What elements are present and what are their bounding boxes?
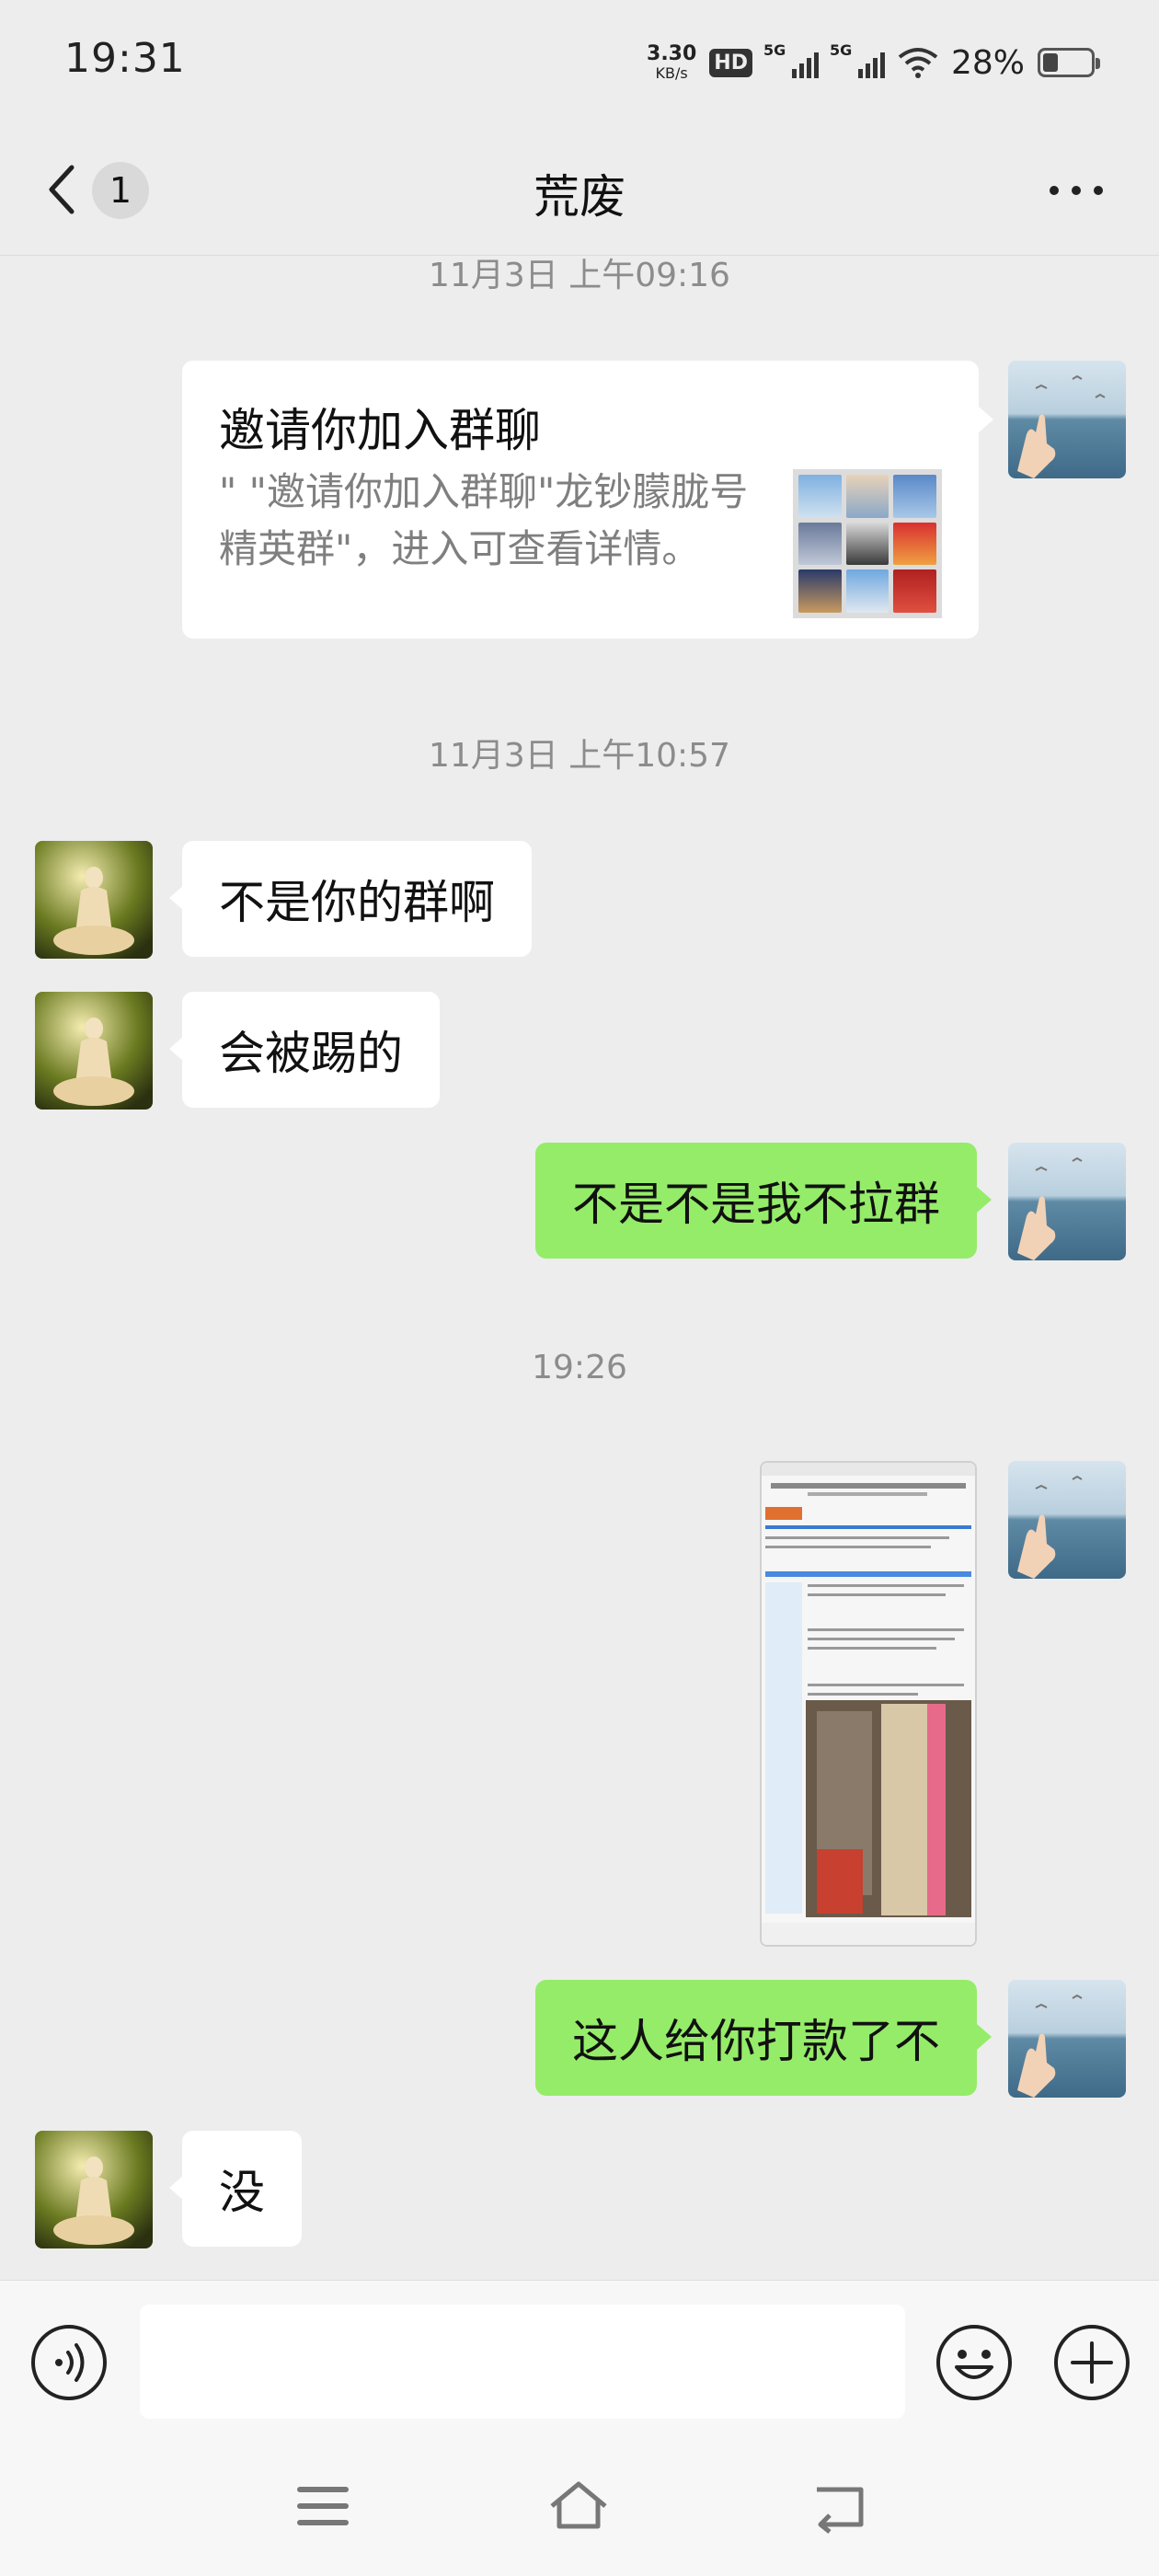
avatar-image-icon [35, 992, 153, 1110]
emoji-icon [936, 2325, 1012, 2400]
timestamp: 19:26 [532, 1349, 627, 1386]
home-icon [550, 2481, 607, 2529]
my-avatar[interactable] [1008, 1980, 1126, 2098]
avatar-image-icon [1008, 361, 1126, 478]
input-bar [0, 2280, 1159, 2436]
message-outgoing[interactable]: 不是不是我不拉群 [535, 1143, 992, 1259]
plus-icon [1054, 2325, 1130, 2400]
screenshot-thumbnail [762, 1463, 975, 1945]
battery-percent: 28% [950, 43, 1025, 82]
avatar-image-icon [1008, 1980, 1126, 2098]
hd-icon: HD [709, 48, 752, 77]
avatar-image-icon [1008, 1461, 1126, 1579]
status-bar: 19:31 3.30 KB/s HD 5G 5G 28% [0, 0, 1159, 120]
plus-button[interactable] [1052, 2323, 1131, 2402]
group-invite-card[interactable]: 邀请你加入群聊 " "邀请你加入群聊"龙钞朦胧号精英群"，进入可查看详情。 [182, 361, 993, 638]
voice-button[interactable] [29, 2323, 109, 2402]
system-navigation-bar [0, 2436, 1159, 2576]
signal-label: 5G [763, 41, 786, 59]
avatar-image-icon [1008, 1143, 1126, 1260]
contact-avatar[interactable] [35, 841, 153, 959]
message-outgoing[interactable]: 这人给你打款了不 [535, 1980, 992, 2096]
emoji-button[interactable] [935, 2323, 1014, 2402]
menu-icon [297, 2487, 349, 2525]
home-button[interactable] [546, 2477, 611, 2536]
message-incoming[interactable]: 没 [169, 2131, 302, 2247]
invite-title: 邀请你加入群聊 [219, 404, 541, 457]
my-avatar[interactable] [1008, 1143, 1126, 1260]
more-button[interactable] [1039, 167, 1113, 213]
invite-description: " "邀请你加入群聊"龙钞朦胧号精英群"，进入可查看详情。 [219, 469, 749, 571]
timestamp: 11月3日 上午10:57 [429, 737, 730, 775]
battery-icon [1038, 48, 1100, 77]
contact-avatar[interactable] [35, 992, 153, 1110]
timestamp: 11月3日 上午09:16 [429, 257, 730, 294]
chat-title: 荒废 [534, 170, 625, 224]
status-time: 19:31 [64, 35, 186, 82]
message-input[interactable] [140, 2305, 905, 2419]
contact-avatar[interactable] [35, 2131, 153, 2248]
signal-icon: 5G [830, 41, 885, 78]
signal-icon: 5G [763, 41, 819, 78]
network-speed-unit: KB/s [655, 64, 688, 82]
status-indicators: 3.30 KB/s HD 5G 5G 28% [647, 37, 1100, 88]
back-nav-icon [817, 2487, 864, 2534]
back-nav-button[interactable] [808, 2477, 872, 2536]
avatar-image-icon [35, 2131, 153, 2248]
image-message[interactable] [760, 1461, 977, 1947]
voice-icon [31, 2325, 107, 2400]
wifi-icon [898, 48, 938, 78]
message-incoming[interactable]: 会被踢的 [169, 992, 440, 1108]
chat-header: 1 荒废 [0, 120, 1159, 256]
avatar-image-icon [35, 841, 153, 959]
my-avatar[interactable] [1008, 361, 1126, 478]
network-speed: 3.30 KB/s [647, 44, 696, 81]
menu-button[interactable] [291, 2477, 355, 2536]
group-avatar-thumbnail [793, 469, 942, 618]
signal-label: 5G [829, 41, 853, 59]
message-incoming[interactable]: 不是你的群啊 [169, 841, 532, 957]
network-speed-value: 3.30 [647, 42, 697, 65]
my-avatar[interactable] [1008, 1461, 1126, 1579]
more-dots-icon [1050, 186, 1103, 195]
